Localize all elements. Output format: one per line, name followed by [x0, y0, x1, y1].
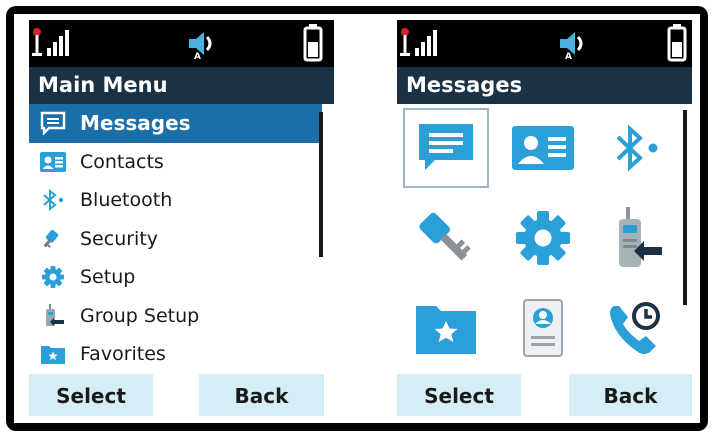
- page-title: Messages: [397, 67, 692, 104]
- page-title: Main Menu: [29, 67, 334, 104]
- favorites-folder-icon: [416, 306, 476, 354]
- main-menu-list: Messages Contacts Bluetooth Security Set…: [29, 104, 322, 374]
- grid-item-group-setup[interactable]: [593, 198, 679, 278]
- scrollbar[interactable]: [683, 110, 687, 305]
- menu-item-label: Group Setup: [80, 304, 200, 327]
- menu-item-label: Contacts: [80, 150, 164, 173]
- gear-icon: [40, 265, 66, 289]
- scrollbar[interactable]: [319, 112, 323, 257]
- menu-item-bluetooth[interactable]: Bluetooth: [29, 181, 322, 220]
- radio-group-icon: [619, 207, 662, 267]
- menu-item-favorites[interactable]: Favorites: [29, 335, 322, 374]
- menu-item-messages[interactable]: Messages: [29, 104, 322, 143]
- status-bar: A: [29, 20, 334, 67]
- key-icon: [40, 227, 66, 251]
- select-button[interactable]: Select: [29, 374, 153, 416]
- grid-item-contacts[interactable]: [500, 108, 586, 188]
- bluetooth-icon: [616, 124, 658, 172]
- key-icon: [419, 212, 471, 261]
- message-icon: [40, 111, 66, 136]
- svg-text:A: A: [194, 52, 201, 61]
- radio-group-icon: [40, 303, 66, 328]
- grid-item-security[interactable]: [403, 198, 489, 278]
- menu-item-label: Setup: [80, 266, 136, 289]
- menu-item-label: Messages: [80, 111, 191, 136]
- softkey-bar: Select Back: [397, 374, 692, 416]
- main-menu-screen: A Main Menu Messages Contacts Bluetooth: [29, 20, 334, 416]
- grid-item-favorites[interactable]: [403, 288, 489, 368]
- battery-icon: [303, 24, 323, 62]
- softkey-bar: Select Back: [29, 374, 334, 416]
- talkaround-speaker-icon: A: [189, 32, 212, 61]
- menu-item-contacts[interactable]: Contacts: [29, 143, 322, 182]
- grid-item-setup[interactable]: [500, 198, 586, 278]
- menu-item-label: Favorites: [80, 343, 166, 366]
- menu-item-group-setup[interactable]: Group Setup: [29, 297, 322, 336]
- contact-card-icon: [512, 126, 574, 170]
- recent-calls-icon: [610, 302, 660, 354]
- gear-icon: [516, 211, 570, 265]
- profile-document-icon: [523, 299, 563, 357]
- talkaround-speaker-icon: A: [560, 32, 583, 61]
- menu-item-setup[interactable]: Setup: [29, 258, 322, 297]
- grid-item-recent-calls[interactable]: [593, 288, 679, 368]
- grid-item-messages[interactable]: [403, 108, 489, 188]
- favorites-folder-icon: [40, 342, 66, 366]
- grid-item-bluetooth[interactable]: [593, 108, 679, 188]
- messages-screen: A Messages Select Back: [397, 20, 692, 416]
- svg-text:A: A: [565, 52, 572, 61]
- select-button[interactable]: Select: [397, 374, 521, 416]
- menu-item-security[interactable]: Security: [29, 220, 322, 259]
- menu-item-label: Security: [80, 227, 159, 250]
- back-button[interactable]: Back: [569, 374, 692, 416]
- bluetooth-icon: [40, 188, 66, 212]
- signal-strength-icon: [400, 28, 437, 56]
- message-icon: [419, 124, 473, 170]
- menu-item-label: Bluetooth: [80, 189, 173, 212]
- grid-item-profile[interactable]: [500, 288, 586, 368]
- signal-strength-icon: [32, 28, 69, 56]
- battery-icon: [667, 24, 687, 62]
- contact-card-icon: [40, 150, 66, 174]
- back-button[interactable]: Back: [199, 374, 324, 416]
- status-bar: A: [397, 20, 692, 67]
- messages-icon-grid: [397, 104, 682, 374]
